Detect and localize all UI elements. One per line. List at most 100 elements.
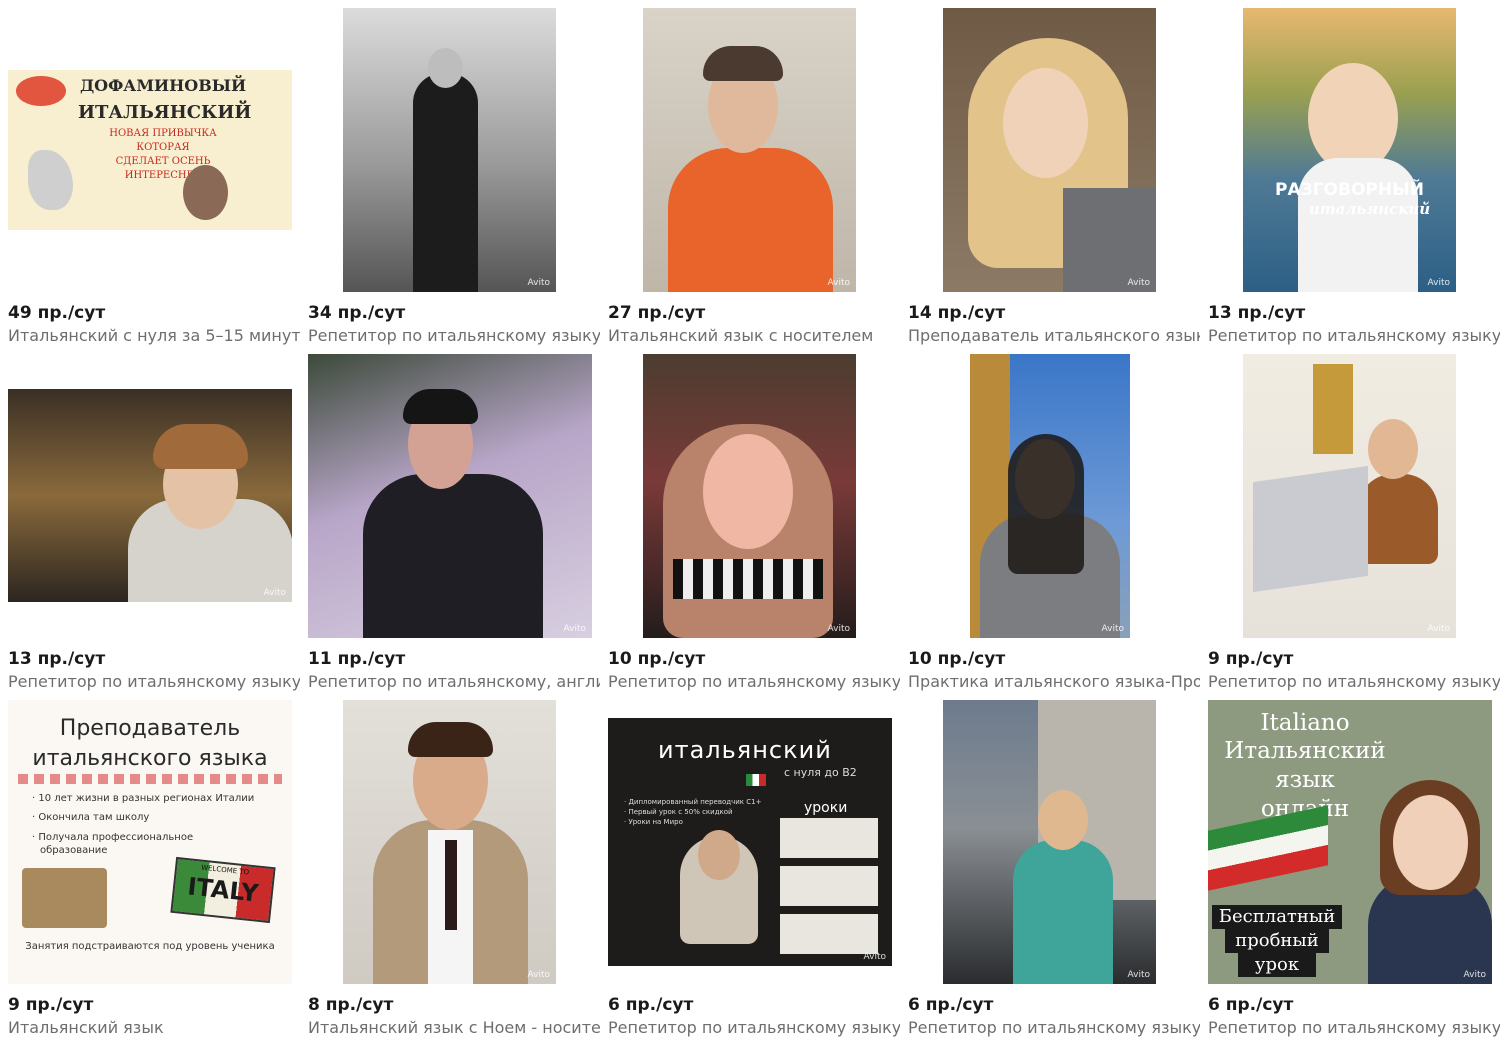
avito-watermark: Avito (1101, 624, 1125, 634)
listing-photo[interactable]: ДОФАМИНОВЫЙ ИТАЛЬЯНСКИЙ НОВАЯ ПРИВЫЧКА К… (8, 8, 292, 292)
listing-card[interactable]: ДОФАМИНОВЫЙ ИТАЛЬЯНСКИЙ НОВАЯ ПРИВЫЧКА К… (8, 8, 300, 348)
listing-photo[interactable]: Avito (608, 354, 892, 638)
listing-title[interactable]: Итальянский язык с носителем (608, 326, 900, 345)
tutor-photo: Avito (8, 389, 292, 602)
listing-views-stat: 9 пр./сут (1208, 649, 1294, 669)
avito-watermark: Avito (527, 970, 551, 980)
avito-watermark: Avito (1427, 278, 1451, 288)
listing-title[interactable]: Итальянский язык (8, 1018, 300, 1037)
avito-watermark: Avito (1463, 970, 1487, 980)
listing-card[interactable]: Avito 9 пр./сут Репетитор по итальянском… (1208, 354, 1500, 694)
italy-map-icon (28, 150, 73, 210)
promo-banner-image: Italiano Итальянский язык онлайн Бесплат… (1208, 700, 1492, 984)
banner-heading: итальянский (658, 736, 832, 764)
listing-photo[interactable]: РАЗГОВОРНЫЙ итальянский Avito (1208, 8, 1492, 292)
banner-cta: пробный (1225, 929, 1329, 953)
books-image (22, 868, 107, 928)
listing-title[interactable]: Итальянский с нуля за 5–15 минут (8, 326, 300, 345)
banner-subheading: с нуля до В2 (784, 766, 857, 779)
listing-title[interactable]: Практика итальянского языка-Прог (908, 672, 1200, 691)
listing-photo[interactable]: Avito (908, 8, 1192, 292)
avito-watermark: Avito (563, 624, 587, 634)
banner-label: уроки (804, 800, 848, 816)
banner-text: НОВАЯ ПРИВЫЧКА (109, 128, 217, 139)
listing-card[interactable]: Avito 10 пр./сут Репетитор по итальянско… (608, 354, 900, 694)
listing-title[interactable]: Репетитор по итальянскому языку (608, 1018, 900, 1037)
banner-cta: урок (1238, 953, 1316, 977)
listing-card[interactable]: Avito 8 пр./сут Итальянский язык с Ноем … (308, 700, 600, 1040)
listing-card[interactable]: Avito 10 пр./сут Практика итальянского я… (908, 354, 1200, 694)
listing-views-stat: 27 пр./сут (608, 303, 706, 323)
listing-title[interactable]: Репетитор по итальянскому языку (308, 326, 600, 345)
listing-card[interactable]: Avito 13 пр./сут Репетитор по итальянско… (8, 354, 300, 694)
listing-photo[interactable]: Avito (908, 700, 1192, 984)
listing-photo[interactable]: Avito (308, 354, 592, 638)
avito-watermark: Avito (1427, 624, 1451, 634)
listing-photo[interactable]: итальянский с нуля до В2 · Дипломированн… (608, 700, 892, 984)
listing-grid: ДОФАМИНОВЫЙ ИТАЛЬЯНСКИЙ НОВАЯ ПРИВЫЧКА К… (0, 0, 1500, 1038)
listing-photo[interactable]: Avito (608, 8, 892, 292)
person-photo (183, 165, 228, 220)
listing-title[interactable]: Итальянский язык с Ноем - носите (308, 1018, 600, 1037)
listing-title[interactable]: Репетитор по итальянскому языку (608, 672, 900, 691)
tutor-photo: Avito (643, 354, 856, 638)
listing-card[interactable]: Avito 34 пр./сут Репетитор по итальянско… (308, 8, 600, 348)
promo-banner-image: Преподаватель итальянского языка · 10 ле… (8, 700, 292, 984)
listing-views-stat: 6 пр./сут (608, 995, 694, 1015)
listing-photo[interactable]: Avito (308, 8, 592, 292)
listing-card[interactable]: Italiano Итальянский язык онлайн Бесплат… (1208, 700, 1500, 1040)
pizza-icon (16, 76, 66, 106)
avito-watermark: Avito (827, 624, 851, 634)
banner-text: СДЕЛАЕТ ОСЕНЬ (115, 156, 211, 167)
listing-views-stat: 14 пр./сут (908, 303, 1006, 323)
overlay-heading: РАЗГОВОРНЫЙ (1275, 180, 1424, 200)
listing-photo[interactable]: Avito (308, 700, 592, 984)
listing-card[interactable]: РАЗГОВОРНЫЙ итальянский Avito 13 пр./сут… (1208, 8, 1500, 348)
listing-title[interactable]: Преподаватель итальянского языка (908, 326, 1200, 345)
listing-views-stat: 49 пр./сут (8, 303, 106, 323)
listing-card[interactable]: Avito 6 пр./сут Репетитор по итальянском… (908, 700, 1200, 1040)
avito-watermark: Avito (827, 278, 851, 288)
tutor-photo: РАЗГОВОРНЫЙ итальянский Avito (1243, 8, 1456, 292)
banner-text: КОТОРАЯ (136, 142, 190, 153)
lesson-slides (780, 818, 878, 958)
listing-title[interactable]: Репетитор по итальянскому языку (1208, 1018, 1500, 1037)
tutor-photo: Avito (343, 8, 556, 292)
banner-heading: Итальянский (1224, 738, 1386, 764)
listing-views-stat: 9 пр./сут (8, 995, 94, 1015)
tutor-photo: Avito (343, 700, 556, 984)
listing-photo[interactable]: Avito (1208, 354, 1492, 638)
promo-banner-image: ДОФАМИНОВЫЙ ИТАЛЬЯНСКИЙ НОВАЯ ПРИВЫЧКА К… (8, 70, 292, 230)
listing-photo[interactable]: Avito (8, 354, 292, 638)
listing-views-stat: 11 пр./сут (308, 649, 406, 669)
listing-views-stat: 13 пр./сут (1208, 303, 1306, 323)
tutor-photo: Avito (943, 8, 1156, 292)
tutor-photo: Avito (943, 700, 1156, 984)
listing-title[interactable]: Репетитор по итальянскому языку (8, 672, 300, 691)
banner-bullet: образование (40, 845, 108, 856)
listing-title[interactable]: Репетитор по итальянскому, англи (308, 672, 600, 691)
italy-sign: WELCOME TO ITALY (170, 856, 276, 924)
banner-bullet: · 10 лет жизни в разных регионах Италии (32, 793, 255, 804)
listing-title[interactable]: Репетитор по итальянскому языку (908, 1018, 1200, 1037)
banner-bullet: · Уроки на Миро (624, 818, 683, 826)
banner-heading: Преподаватель (59, 716, 241, 741)
listing-title[interactable]: Репетитор по итальянскому языку (1208, 672, 1500, 691)
listing-title[interactable]: Репетитор по итальянскому языку (1208, 326, 1500, 345)
listing-photo[interactable]: Avito (908, 354, 1192, 638)
italy-flag-icon (746, 774, 766, 786)
listing-views-stat: 10 пр./сут (908, 649, 1006, 669)
listing-photo[interactable]: Преподаватель итальянского языка · 10 ле… (8, 700, 292, 984)
laptop (1253, 465, 1368, 593)
listing-card[interactable]: Avito 11 пр./сут Репетитор по итальянско… (308, 354, 600, 694)
listing-card[interactable]: Avito 27 пр./сут Итальянский язык с носи… (608, 8, 892, 348)
banner-heading: Italiano (1260, 710, 1350, 736)
tutor-photo: Avito (970, 354, 1130, 638)
listing-card[interactable]: Преподаватель итальянского языка · 10 ле… (8, 700, 292, 1040)
banner-cta: Бесплатный (1212, 905, 1342, 929)
listing-card[interactable]: Avito 14 пр./сут Преподаватель итальянск… (908, 8, 1200, 348)
listing-views-stat: 13 пр./сут (8, 649, 106, 669)
listing-card[interactable]: итальянский с нуля до В2 · Дипломированн… (608, 700, 900, 1040)
listing-photo[interactable]: Italiano Итальянский язык онлайн Бесплат… (1208, 700, 1492, 984)
banner-heading: ИТАЛЬЯНСКИЙ (78, 102, 252, 123)
